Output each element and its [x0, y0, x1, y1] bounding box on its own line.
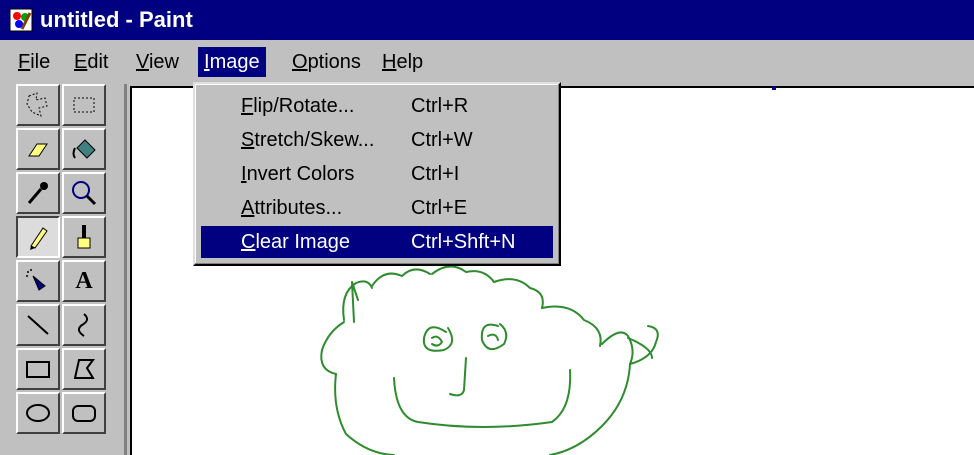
- paint-app-icon: [9, 8, 33, 32]
- menu-options-label: ptions: [307, 51, 361, 73]
- rounded-rectangle-icon: [72, 405, 96, 422]
- menu-item-label: ttributes...: [254, 197, 343, 219]
- menu-item-label: nvert Colors: [246, 163, 355, 185]
- tool-brush[interactable]: [62, 216, 106, 258]
- menu-item-mnemonic: F: [241, 95, 254, 117]
- menu-options[interactable]: Options: [286, 47, 367, 77]
- menu-item-shortcut: Ctrl+Shft+N: [411, 231, 516, 253]
- menu-help-mnemonic: H: [382, 51, 397, 73]
- tool-pencil[interactable]: [16, 216, 60, 258]
- menu-image-label: mage: [209, 51, 260, 73]
- pick-color-icon: [27, 182, 48, 204]
- tool-curve[interactable]: [62, 304, 106, 346]
- hair-stroke-6: [541, 305, 602, 347]
- rectangle-icon: [26, 361, 50, 378]
- menu-item-label: lip/Rotate...: [253, 95, 355, 117]
- menu-help-label: elp: [396, 51, 424, 73]
- hair-stroke-5: [493, 278, 544, 309]
- menu-item-mnemonic: S: [241, 129, 255, 151]
- mouth: [393, 369, 572, 428]
- tool-free-form-select[interactable]: [16, 84, 60, 126]
- menu-edit-label: dit: [87, 51, 109, 73]
- pencil-icon: [30, 227, 48, 250]
- tool-fill[interactable]: [62, 128, 106, 170]
- tool-text[interactable]: A: [62, 260, 106, 302]
- tool-line[interactable]: [16, 304, 60, 346]
- magnifier-icon: [72, 181, 97, 206]
- tool-eraser[interactable]: [16, 128, 60, 170]
- tool-rectangle-select[interactable]: [62, 84, 106, 126]
- tool-ellipse[interactable]: [16, 392, 60, 434]
- right-eye: [480, 323, 508, 351]
- menu-options-mnemonic: O: [292, 51, 308, 73]
- menu-view-mnemonic: V: [136, 51, 149, 73]
- left-jaw: [334, 373, 395, 455]
- fill-bucket-icon: [72, 139, 96, 159]
- image-menu-dropdown: Flip/Rotate... Ctrl+R Stretch/Skew... Ct…: [193, 82, 561, 266]
- menu-edit-mnemonic: E: [74, 51, 88, 73]
- polygon-icon: [73, 359, 95, 379]
- menu-item-attributes[interactable]: Attributes... Ctrl+E: [201, 192, 553, 224]
- left-ear: [320, 321, 345, 375]
- eraser-icon: [28, 143, 48, 157]
- menu-item-flip-rotate[interactable]: Flip/Rotate... Ctrl+R: [201, 90, 553, 122]
- tool-airbrush[interactable]: [16, 260, 60, 302]
- airbrush-icon: [26, 269, 46, 291]
- free-form-select-icon: [26, 92, 48, 117]
- menu-file-mnemonic: F: [18, 51, 31, 73]
- text-icon: A: [75, 267, 93, 294]
- tool-pick-color[interactable]: [16, 172, 60, 214]
- line-icon: [27, 315, 49, 335]
- menu-view[interactable]: View: [130, 47, 185, 77]
- right-ear: [629, 325, 659, 365]
- rectangle-select-icon: [73, 97, 95, 113]
- menu-item-shortcut: Ctrl+R: [411, 95, 469, 117]
- hair-stroke-2: [351, 281, 359, 323]
- menu-item-shortcut: Ctrl+I: [411, 163, 460, 185]
- window-title: untitled - Paint: [40, 7, 193, 32]
- menu-file[interactable]: File: [12, 47, 56, 77]
- menu-help[interactable]: Help: [376, 47, 429, 77]
- title-bar: untitled - Paint: [0, 0, 974, 40]
- menu-item-label: lear Image: [255, 231, 350, 253]
- menu-image[interactable]: Image: [198, 47, 266, 77]
- menu-item-mnemonic: A: [241, 197, 255, 219]
- ellipse-icon: [26, 404, 50, 422]
- tool-magnifier[interactable]: [62, 172, 106, 214]
- left-pupil: [431, 335, 443, 347]
- menu-file-label: ile: [30, 51, 51, 73]
- menu-item-stretch-skew[interactable]: Stretch/Skew... Ctrl+W: [201, 124, 553, 156]
- menu-item-invert-colors[interactable]: Invert Colors Ctrl+I: [201, 158, 553, 190]
- menu-item-shortcut: Ctrl+W: [411, 129, 473, 151]
- tool-polygon[interactable]: [62, 348, 106, 390]
- hair-stroke-4: [431, 265, 495, 283]
- left-eye: [422, 326, 454, 352]
- toolbox-divider: [124, 84, 127, 455]
- menu-item-mnemonic: C: [241, 231, 256, 253]
- menu-edit[interactable]: Edit: [68, 47, 114, 77]
- hair-stroke-3: [371, 268, 431, 287]
- brush-icon: [77, 225, 91, 249]
- right-jaw: [549, 363, 631, 455]
- menu-bar: File Edit View Image Options Help: [0, 40, 974, 82]
- toolbox: A: [8, 84, 120, 455]
- curve-icon: [78, 313, 88, 337]
- menu-item-shortcut: Ctrl+E: [411, 197, 468, 219]
- tool-rounded-rectangle[interactable]: [62, 392, 106, 434]
- menu-item-label: tretch/Skew...: [254, 129, 375, 151]
- tool-rectangle[interactable]: [16, 348, 60, 390]
- nose: [449, 357, 467, 397]
- right-pupil: [487, 333, 499, 341]
- menu-view-label: iew: [148, 51, 179, 73]
- menu-item-clear-image[interactable]: Clear Image Ctrl+Shft+N: [201, 226, 553, 258]
